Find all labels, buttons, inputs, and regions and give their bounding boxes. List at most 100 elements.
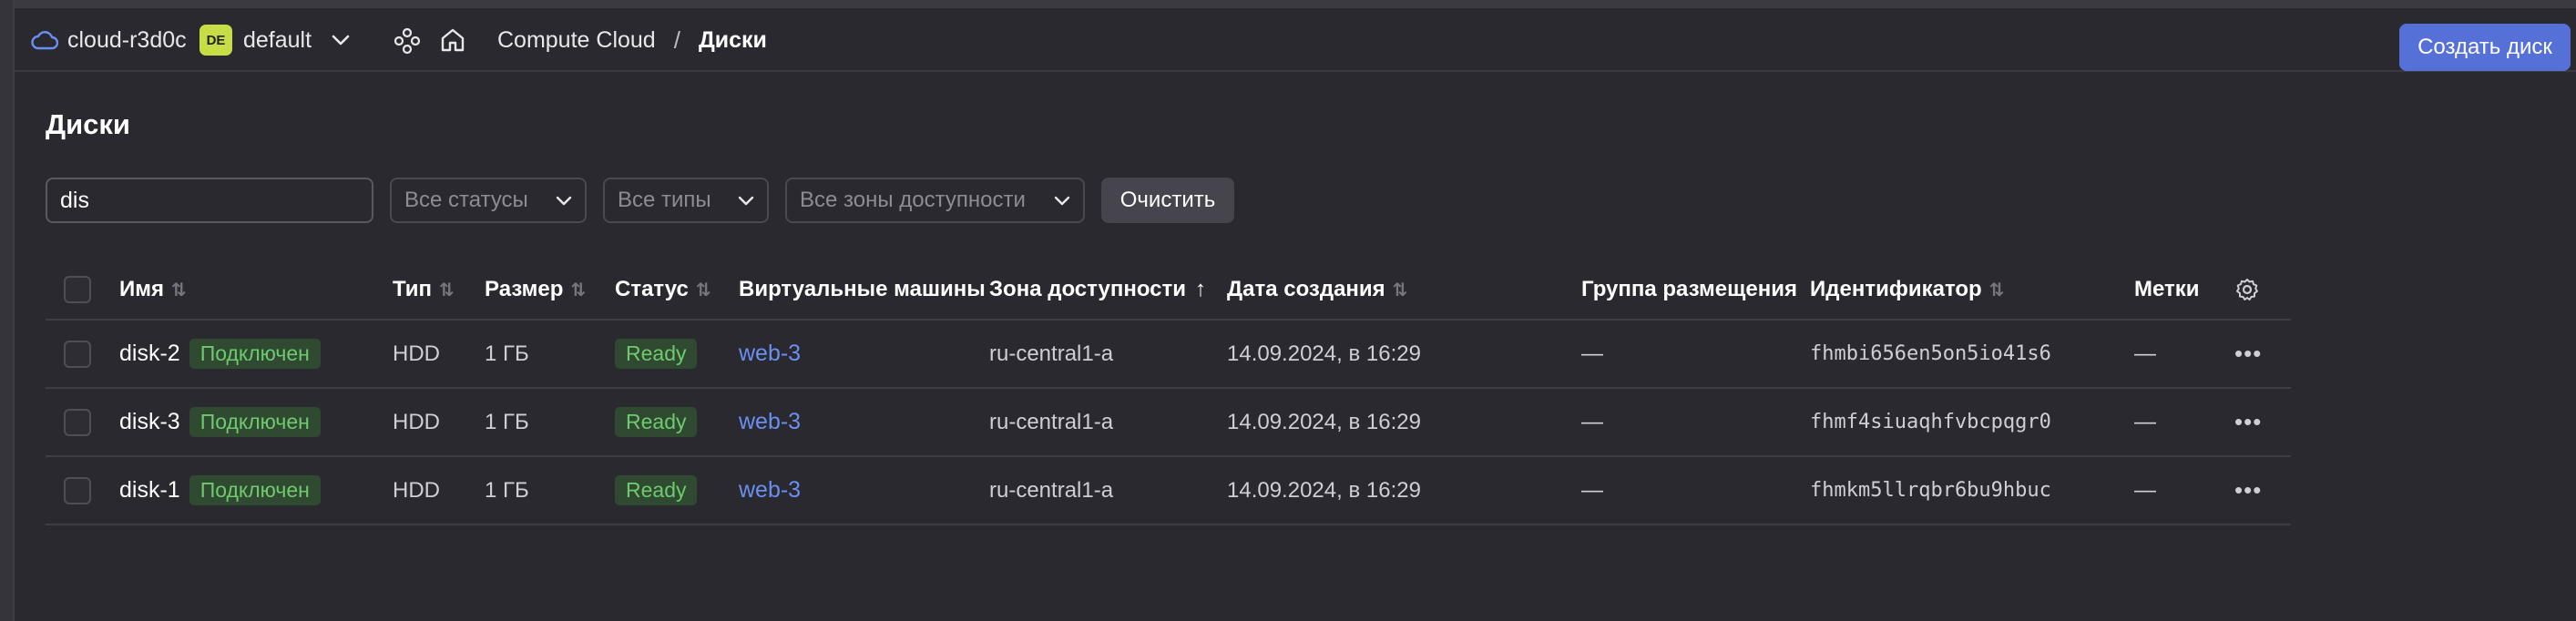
zone-filter-select[interactable]: Все зоны доступности [785, 178, 1085, 223]
breadcrumb: Compute Cloud / Диски [497, 22, 767, 58]
more-icon: ••• [2234, 408, 2263, 435]
top-strip [0, 0, 2576, 8]
disk-name[interactable]: disk-2 [119, 341, 180, 367]
disk-type: HDD [393, 409, 440, 434]
breadcrumb-current: Диски [698, 26, 767, 53]
vm-link[interactable]: web-3 [739, 409, 801, 435]
attached-badge: Подключен [189, 407, 321, 437]
select-all-checkbox-cell [64, 260, 91, 319]
column-status[interactable]: Статус ⇅ [615, 260, 711, 319]
disk-name-cell: disk-1 Подключен [119, 457, 321, 524]
row-actions-button[interactable]: ••• [2234, 321, 2262, 387]
cloud-name: cloud-r3d0c [67, 26, 187, 53]
cloud-selector[interactable]: cloud-r3d0c [31, 22, 187, 58]
status-badge: Ready [615, 407, 698, 437]
column-id[interactable]: Идентификатор ⇅ [1810, 260, 2004, 319]
column-placement-label: Группа размещения [1581, 277, 1797, 301]
row-actions-button[interactable]: ••• [2234, 457, 2262, 524]
chevron-down-icon [556, 196, 572, 206]
column-type-label: Тип [393, 277, 432, 301]
disk-size: 1 ГБ [485, 477, 529, 503]
column-name[interactable]: Имя ⇅ [119, 260, 187, 319]
disk-name[interactable]: disk-3 [119, 409, 180, 435]
clear-filters-button[interactable]: Очистить [1101, 178, 1234, 223]
row-checkbox[interactable] [64, 408, 91, 436]
table-row[interactable]: disk-3 Подключен HDD 1 ГБ Ready web-3 ru… [46, 389, 2291, 457]
status-cell: Ready [615, 457, 698, 524]
sort-icon: ⇅ [171, 280, 187, 300]
more-icon: ••• [2234, 476, 2263, 504]
disk-size: 1 ГБ [485, 341, 529, 366]
sort-icon: ⇅ [695, 280, 711, 300]
folder-badge: DE [199, 25, 232, 56]
column-size[interactable]: Размер ⇅ [485, 260, 586, 319]
folder-selector[interactable]: DE default [199, 22, 350, 58]
table-row[interactable]: disk-1 Подключен HDD 1 ГБ Ready web-3 ru… [46, 457, 2291, 525]
row-actions-button[interactable]: ••• [2234, 389, 2262, 455]
row-checkbox-cell [64, 321, 91, 387]
attached-badge: Подключен [189, 475, 321, 505]
page-title: Диски [46, 108, 130, 140]
column-placement: Группа размещения [1581, 260, 1797, 319]
breadcrumb-separator: / [673, 25, 680, 54]
top-header: cloud-r3d0c DE default Compute Cloud / Д… [15, 8, 2576, 72]
table-header: Имя ⇅ Тип ⇅ Размер ⇅ Статус ⇅ Виртуальные ма… [46, 260, 2291, 321]
placement-value: — [1581, 409, 1603, 434]
create-disk-button[interactable]: Создать диск [2399, 24, 2571, 71]
vm-cell: web-3 [739, 457, 801, 524]
placement-value: — [1581, 477, 1603, 503]
status-badge: Ready [615, 475, 698, 505]
services-button[interactable] [394, 27, 421, 55]
select-all-checkbox[interactable] [64, 276, 91, 303]
sort-icon: ⇅ [1988, 280, 2005, 300]
status-filter-select[interactable]: Все статусы [390, 178, 587, 223]
labels-value: — [2134, 341, 2156, 366]
vm-cell: web-3 [739, 321, 801, 387]
type-filter-select[interactable]: Все типы [603, 178, 769, 223]
zone-value: ru-central1-a [989, 477, 1114, 503]
column-zone[interactable]: Зона доступности ↑ [989, 260, 1206, 319]
zone-value: ru-central1-a [989, 341, 1114, 366]
search-input[interactable]: dis [46, 178, 373, 223]
services-icon [394, 27, 421, 55]
column-created-label: Дата создания [1227, 277, 1385, 301]
disks-table: Имя ⇅ Тип ⇅ Размер ⇅ Статус ⇅ Виртуальные ма… [46, 260, 2291, 525]
placement-value: — [1581, 341, 1603, 366]
disk-type: HDD [393, 477, 440, 503]
column-zone-label: Зона доступности [989, 277, 1187, 301]
table-settings-button[interactable] [2234, 260, 2260, 319]
row-checkbox-cell [64, 457, 91, 524]
created-value: 14.09.2024, в 16:29 [1227, 477, 1421, 503]
row-checkbox[interactable] [64, 340, 91, 368]
table-row[interactable]: disk-2 Подключен HDD 1 ГБ Ready web-3 ru… [46, 321, 2291, 389]
column-size-label: Размер [485, 277, 564, 301]
type-filter-label: Все типы [618, 188, 711, 212]
sort-ascending-icon: ↑ [1195, 277, 1207, 301]
vm-link[interactable]: web-3 [739, 341, 801, 367]
chevron-down-icon [1054, 196, 1070, 206]
disk-name[interactable]: disk-1 [119, 477, 180, 504]
disk-type: HDD [393, 341, 440, 366]
disk-size: 1 ГБ [485, 409, 529, 434]
column-labels: Метки [2134, 260, 2200, 319]
attached-badge: Подключен [189, 339, 321, 369]
sort-icon: ⇅ [1392, 280, 1408, 300]
status-cell: Ready [615, 389, 698, 455]
breadcrumb-service[interactable]: Compute Cloud [497, 27, 656, 54]
labels-value: — [2134, 409, 2156, 434]
column-created[interactable]: Дата создания ⇅ [1227, 260, 1407, 319]
row-checkbox[interactable] [64, 476, 91, 504]
row-checkbox-cell [64, 389, 91, 455]
home-icon [439, 26, 466, 54]
column-name-label: Имя [119, 277, 165, 301]
column-type[interactable]: Тип ⇅ [393, 260, 455, 319]
sort-icon: ⇅ [439, 280, 455, 300]
folder-name: default [243, 26, 312, 53]
home-button[interactable] [439, 26, 466, 54]
column-labels-label: Метки [2134, 277, 2200, 301]
chevron-down-icon [332, 35, 350, 46]
zone-value: ru-central1-a [989, 409, 1114, 434]
column-vms: Виртуальные машины [739, 260, 986, 319]
labels-value: — [2134, 477, 2156, 503]
vm-link[interactable]: web-3 [739, 477, 801, 504]
